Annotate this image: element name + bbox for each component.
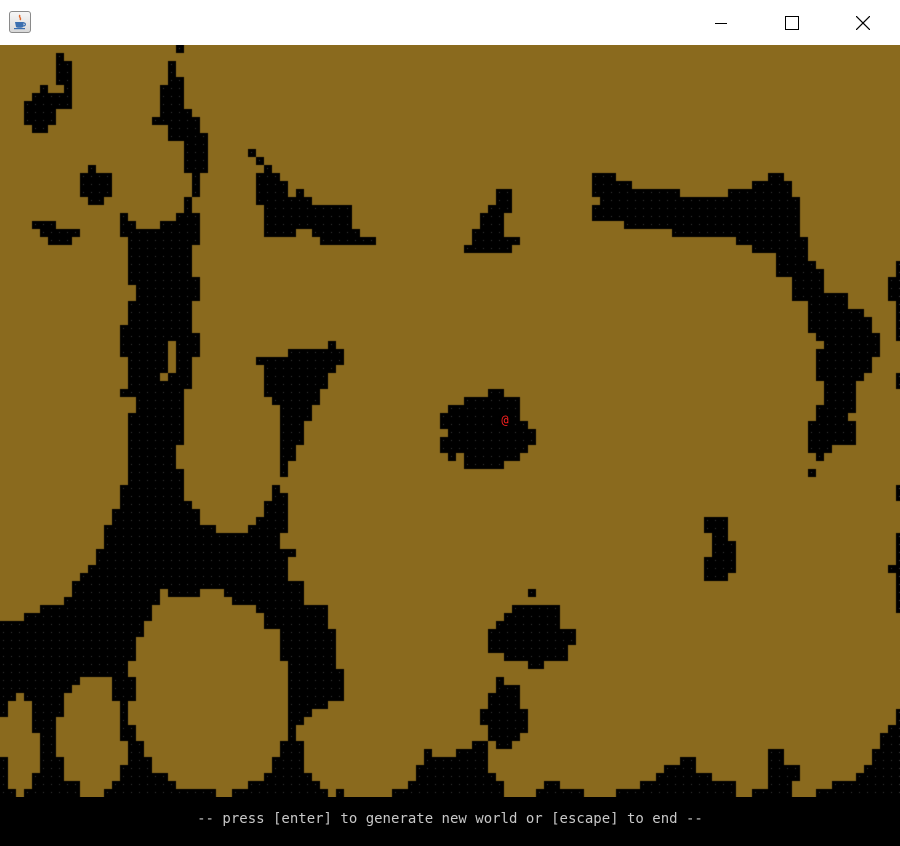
minimize-button[interactable] — [698, 0, 744, 45]
maximize-icon — [785, 15, 799, 30]
minimize-icon — [715, 22, 727, 24]
status-message: -- press [enter] to generate new world o… — [197, 811, 703, 827]
close-icon — [856, 15, 870, 30]
maximize-button[interactable] — [769, 0, 815, 45]
player-character: @ — [501, 413, 509, 427]
game-world-map: @ — [0, 45, 900, 797]
window-titlebar — [0, 0, 900, 45]
close-button[interactable] — [840, 0, 886, 45]
java-cup-icon[interactable] — [9, 11, 31, 33]
cave-map-canvas — [0, 45, 900, 797]
status-bar: -- press [enter] to generate new world o… — [0, 797, 900, 846]
